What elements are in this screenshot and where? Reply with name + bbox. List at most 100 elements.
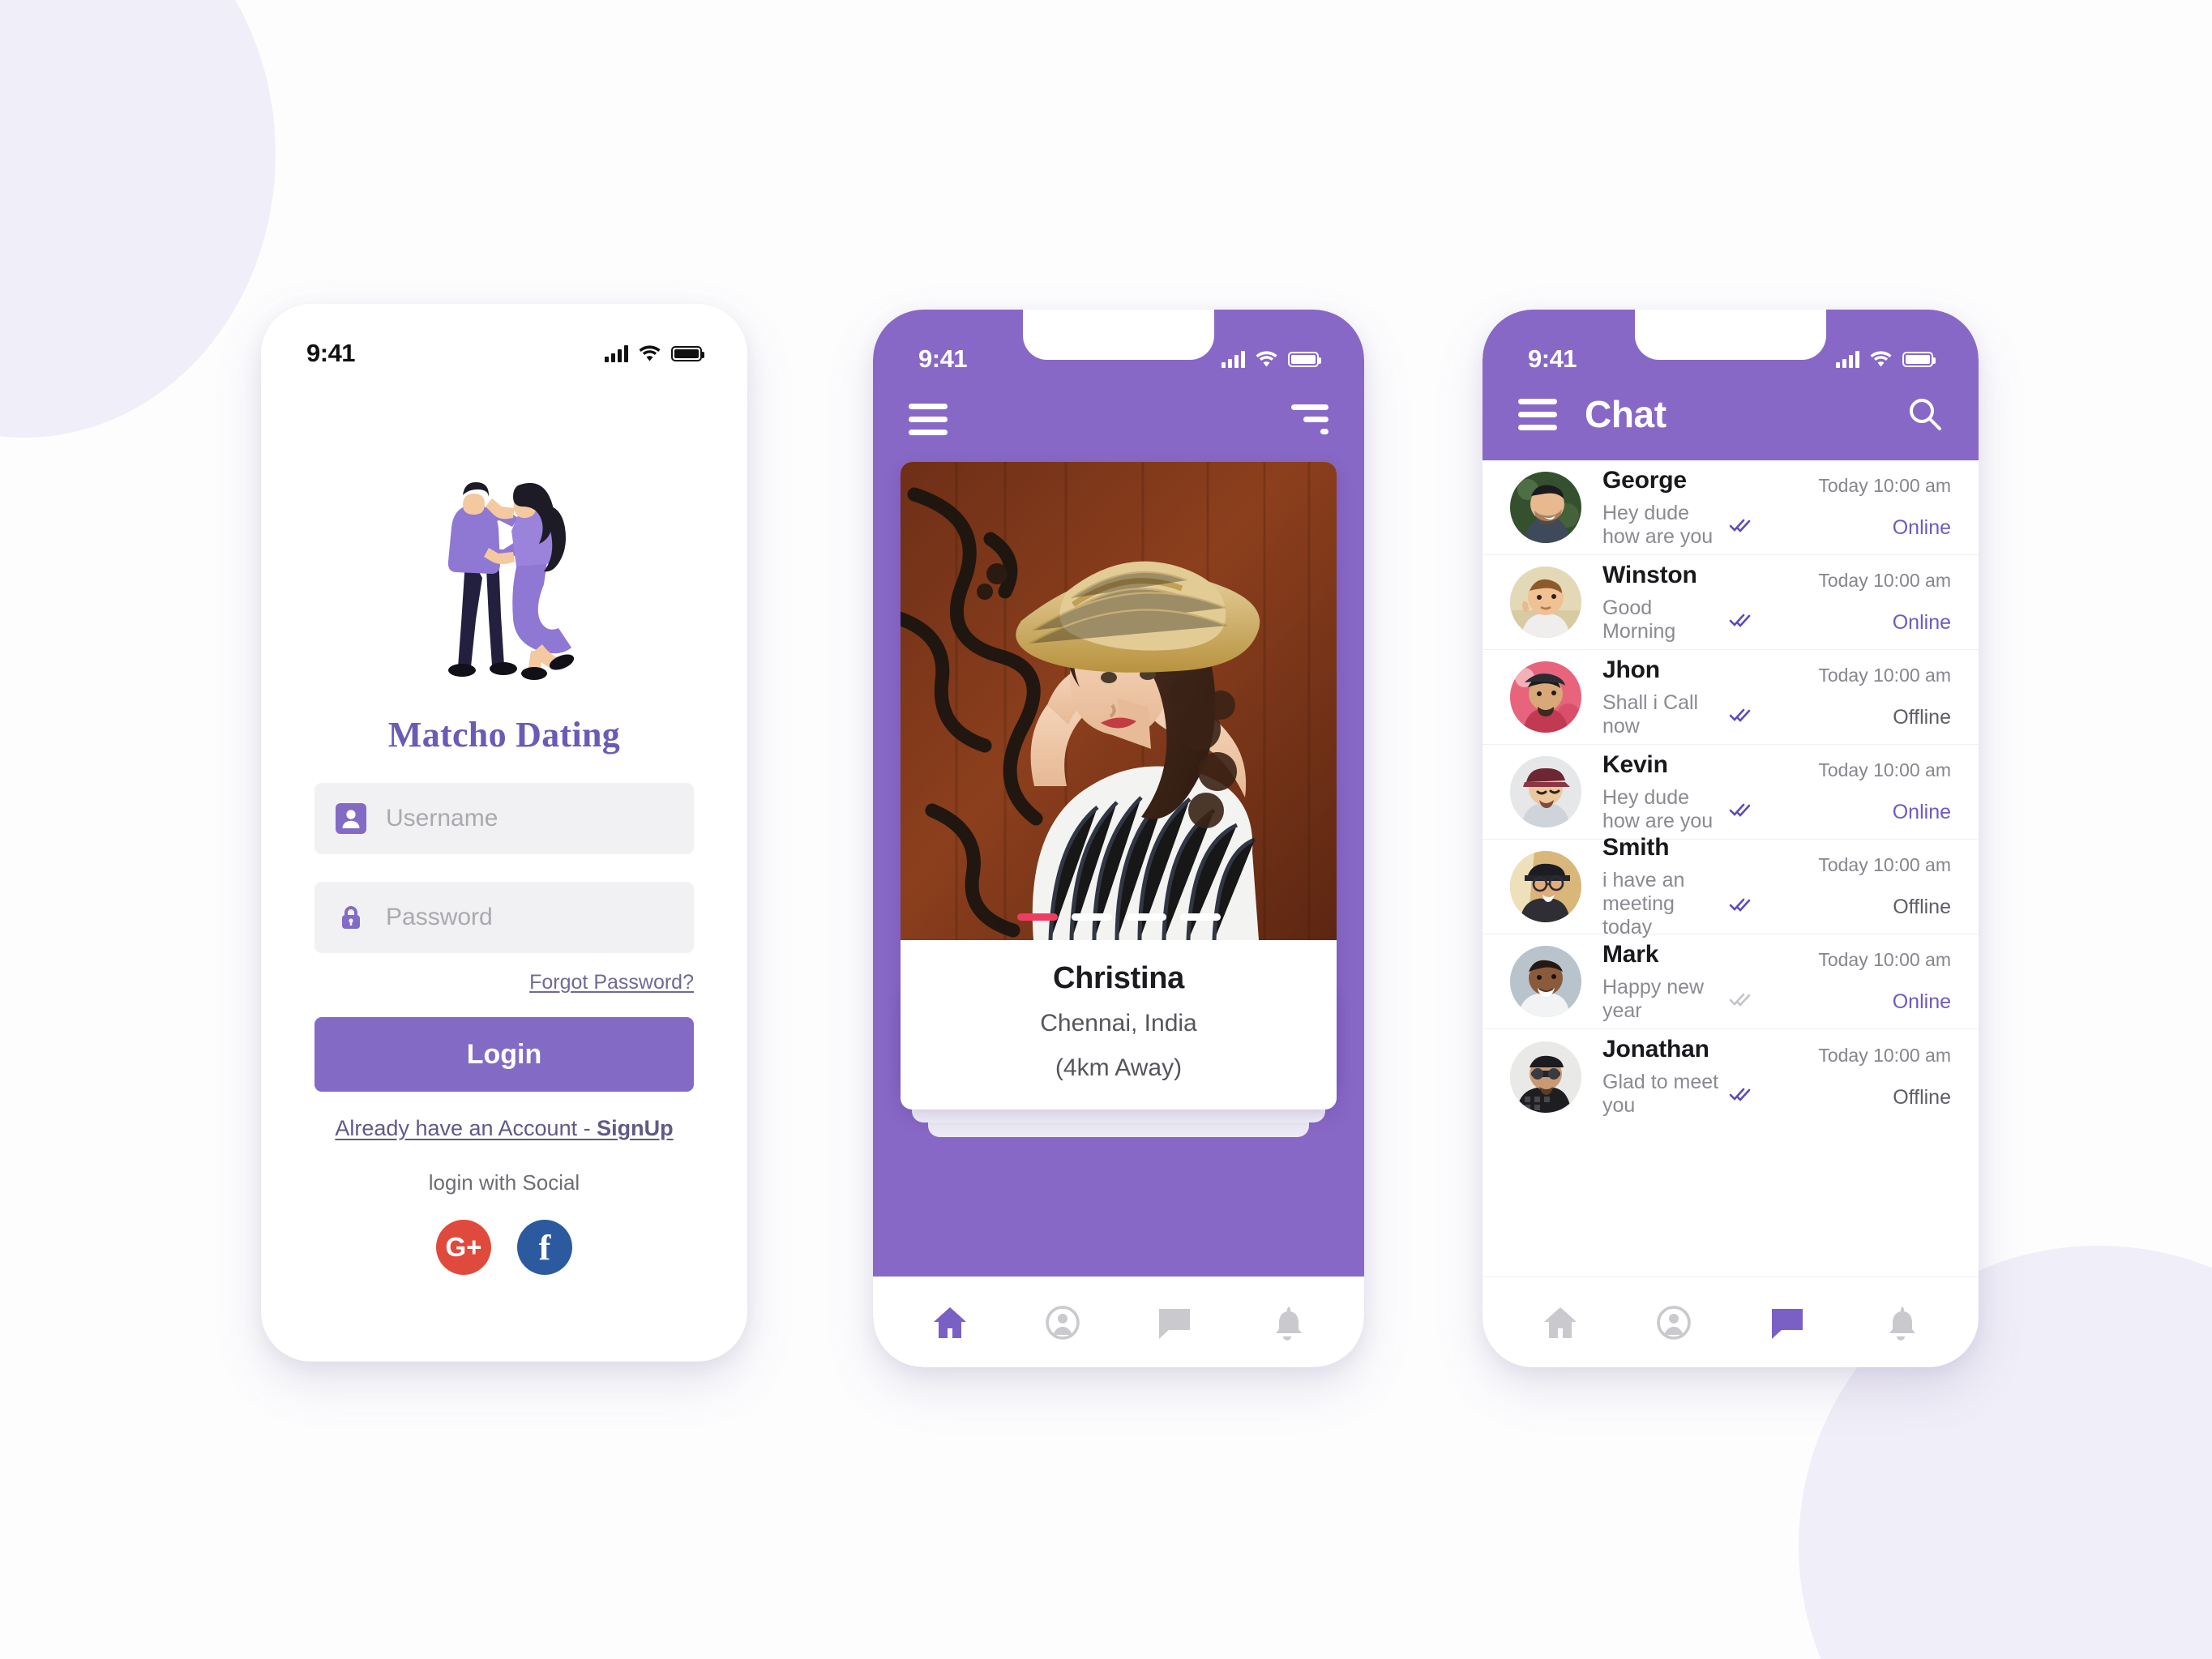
- google-plus-icon[interactable]: G+: [436, 1220, 491, 1275]
- swipe-top-bar: [873, 384, 1364, 454]
- chat-time: Today 10:00 am: [1818, 854, 1951, 875]
- read-receipt-icon: [1729, 708, 1751, 722]
- bottom-navigation: [873, 1276, 1364, 1367]
- chat-message: i have an meeting today: [1602, 869, 1752, 939]
- chat-header: 9:41 Chat: [1483, 310, 1979, 460]
- wifi-icon: [1870, 351, 1892, 367]
- chat-row[interactable]: Jhon Shall i Call now Today 10:00 am Off…: [1483, 650, 1979, 745]
- hamburger-menu-icon[interactable]: [1518, 398, 1557, 430]
- chat-name: Mark: [1602, 940, 1659, 968]
- chat-message-text: Happy new year: [1602, 975, 1705, 1022]
- phone-login-screen: 9:41 Matcho Dating Username Password For…: [261, 304, 747, 1362]
- photo-indicator-dot[interactable]: [1179, 913, 1221, 921]
- cellular-signal-icon: [1222, 350, 1245, 368]
- nav-home-icon[interactable]: [1542, 1304, 1579, 1341]
- profile-distance: (4km Away): [1055, 1054, 1183, 1081]
- chat-row[interactable]: Kevin Hey dude how are you Today 10:00 a…: [1483, 745, 1979, 840]
- read-receipt-icon: [1729, 1088, 1751, 1101]
- user-icon: [336, 803, 366, 834]
- password-placeholder: Password: [386, 904, 493, 930]
- chat-message-text: Glad to meet you: [1602, 1071, 1719, 1117]
- forgot-password-link[interactable]: Forgot Password?: [314, 971, 694, 994]
- signup-prefix: Already have an Account -: [335, 1116, 597, 1140]
- page-title: Chat: [1585, 393, 1666, 435]
- battery-icon: [671, 345, 704, 361]
- chat-time: Today 10:00 am: [1818, 949, 1951, 970]
- chat-name: Jonathan: [1602, 1036, 1709, 1063]
- avatar: [1510, 661, 1581, 733]
- avatar: [1510, 1041, 1581, 1113]
- avatar: [1510, 567, 1581, 638]
- photo-indicator-dot[interactable]: [1071, 913, 1112, 921]
- chat-title-bar: Chat: [1483, 384, 1979, 436]
- chat-row[interactable]: Smith i have an meeting today Today 10:0…: [1483, 834, 1979, 939]
- filter-icon[interactable]: [1291, 404, 1328, 434]
- read-receipt-icon: [1729, 898, 1751, 912]
- social-login-label: login with Social: [428, 1170, 580, 1195]
- username-field[interactable]: Username: [314, 783, 694, 854]
- status-bar-time: 9:41: [306, 339, 356, 367]
- avatar: [1510, 472, 1581, 543]
- chat-message: Hey dude how are you: [1602, 786, 1752, 833]
- chat-name: Jhon: [1602, 656, 1660, 683]
- nav-home-icon[interactable]: [931, 1304, 969, 1341]
- profile-photo: [901, 462, 1337, 940]
- nav-chat-icon[interactable]: [1769, 1304, 1806, 1341]
- profile-card-stack: Christina Chennai, India (4km Away): [901, 462, 1337, 1137]
- signup-label: SignUp: [597, 1116, 674, 1140]
- dancing-couple-illustration: [314, 422, 694, 690]
- chat-message-text: Hey dude how are you: [1602, 785, 1714, 832]
- chat-status: Offline: [1893, 896, 1951, 918]
- chat-time: Today 10:00 am: [1818, 475, 1951, 496]
- chat-message: Glad to meet you: [1602, 1071, 1752, 1118]
- chat-list: George Hey dude how are you Today 10:00 …: [1483, 460, 1979, 1124]
- photo-indicator-dot[interactable]: [1125, 913, 1166, 921]
- chat-message: Good Morning: [1602, 596, 1752, 644]
- avatar: [1510, 851, 1581, 922]
- login-button[interactable]: Login: [314, 1017, 694, 1092]
- chat-row[interactable]: Winston Good Morning Today 10:00 am Onli…: [1483, 555, 1979, 650]
- chat-message: Happy new year: [1602, 976, 1752, 1023]
- chat-time: Today 10:00 am: [1818, 665, 1951, 686]
- status-bar-time: 9:41: [918, 344, 968, 373]
- cellular-signal-icon: [1836, 350, 1859, 368]
- chat-message-text: i have an meeting today: [1602, 869, 1685, 939]
- hamburger-menu-icon[interactable]: [909, 403, 948, 435]
- chat-row[interactable]: Mark Happy new year Today 10:00 am Onlin…: [1483, 934, 1979, 1029]
- social-buttons: G+ f: [314, 1220, 694, 1275]
- nav-chat-icon[interactable]: [1156, 1304, 1193, 1341]
- chat-row[interactable]: Jonathan Glad to meet you Today 10:00 am…: [1483, 1029, 1979, 1124]
- profile-card[interactable]: Christina Chennai, India (4km Away): [901, 462, 1337, 1110]
- chat-status: Online: [1892, 611, 1951, 634]
- chat-time: Today 10:00 am: [1818, 759, 1951, 780]
- chat-time: Today 10:00 am: [1818, 570, 1951, 591]
- signup-link[interactable]: Already have an Account - SignUp: [314, 1116, 694, 1141]
- phone-notch: [1635, 310, 1826, 360]
- password-field[interactable]: Password: [314, 882, 694, 953]
- chat-row[interactable]: George Hey dude how are you Today 10:00 …: [1483, 460, 1979, 555]
- background-circle-top-left: [0, 0, 276, 438]
- chat-status: Online: [1892, 801, 1951, 823]
- battery-icon: [1902, 351, 1936, 367]
- search-icon[interactable]: [1907, 396, 1943, 432]
- chat-name: George: [1602, 466, 1687, 494]
- chat-message: Shall i Call now: [1602, 691, 1752, 738]
- chat-name: Smith: [1602, 834, 1670, 861]
- bottom-navigation: [1483, 1276, 1979, 1367]
- facebook-icon[interactable]: f: [517, 1220, 572, 1275]
- status-bar-time: 9:41: [1528, 344, 1577, 373]
- read-receipt-icon: [1729, 803, 1751, 817]
- profile-info: Christina Chennai, India (4km Away): [901, 940, 1337, 1110]
- phone-swipe-screen: 9:41 Christina Chennai, India (4km Away): [873, 310, 1364, 1367]
- nav-notifications-icon[interactable]: [1269, 1304, 1306, 1341]
- chat-message-text: Shall i Call now: [1602, 691, 1699, 738]
- chat-message-text: Hey dude how are you: [1602, 501, 1714, 548]
- photo-indicator-dot[interactable]: [1016, 913, 1058, 921]
- nav-profile-icon[interactable]: [1655, 1304, 1692, 1341]
- cellular-signal-icon: [605, 344, 628, 362]
- nav-profile-icon[interactable]: [1044, 1304, 1081, 1341]
- avatar: [1510, 946, 1581, 1017]
- chat-message: Hey dude how are you: [1602, 502, 1752, 549]
- read-receipt-icon: [1729, 993, 1751, 1007]
- nav-notifications-icon[interactable]: [1882, 1304, 1919, 1341]
